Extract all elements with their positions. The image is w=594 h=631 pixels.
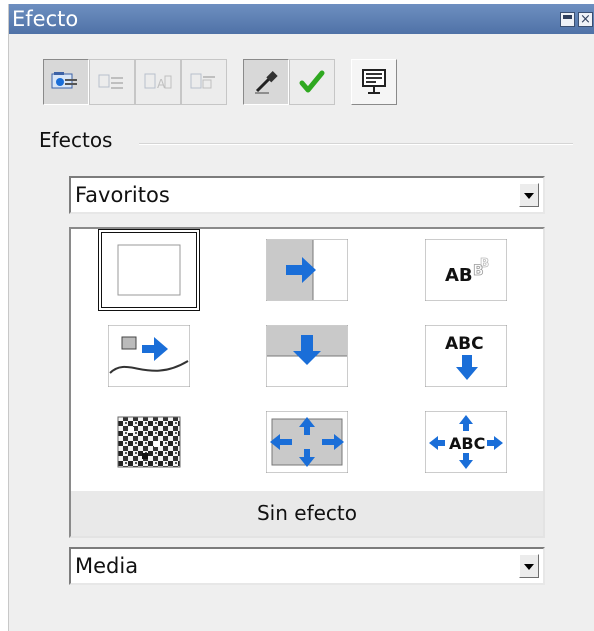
text-fly-down-icon: ABC [425, 325, 507, 387]
apply-check-icon [299, 70, 325, 93]
gallery-item-move-curve[interactable] [108, 325, 190, 387]
gallery-item-text-fly-down[interactable]: ABC [425, 325, 507, 387]
selected-effect-caption: Sin efecto [71, 491, 543, 536]
text-effects-icon [98, 74, 123, 89]
title-bar[interactable]: Efecto [9, 4, 594, 34]
effects-gallery: AB B B ABC ABC Sin efecto [69, 227, 545, 538]
object-effects-button[interactable]: A [135, 59, 181, 105]
effect-panel: Efecto A [8, 4, 594, 631]
window-title: Efecto [12, 7, 79, 31]
preview-window-icon [362, 69, 386, 94]
svg-text:AB: AB [445, 265, 473, 286]
preview-window-button[interactable] [351, 59, 397, 105]
move-along-curve-icon [108, 325, 190, 387]
effect-category-select[interactable]: Favoritos [69, 176, 545, 214]
effect-category-value: Favoritos [75, 183, 170, 207]
gallery-item-text-stretch[interactable]: ABC [425, 411, 507, 473]
chevron-down-icon[interactable] [519, 183, 539, 207]
other-effects-icon [190, 73, 215, 89]
text-fade-icon: AB B B [425, 239, 507, 301]
fly-in-from-left-icon [266, 239, 348, 301]
svg-text:B: B [480, 256, 489, 270]
gallery-item-text-fade[interactable]: AB B B [425, 239, 507, 301]
effect-speed-select[interactable]: Media [69, 547, 545, 585]
assign-pipette-button[interactable] [243, 59, 289, 105]
svg-text:ABC: ABC [445, 334, 484, 354]
svg-text:ABC: ABC [449, 434, 485, 453]
object-effects-icon: A [144, 73, 172, 91]
effects-mode-button[interactable] [43, 59, 89, 105]
effects-section-label: Efectos [39, 128, 113, 152]
gallery-item-zoom-arrows[interactable] [266, 411, 348, 473]
text-stretch-arrows-icon: ABC [425, 411, 507, 473]
dissolve-icon [117, 416, 181, 468]
gallery-item-no-effect[interactable] [98, 229, 200, 311]
no-effect-icon [117, 244, 181, 296]
chevron-down-icon[interactable] [519, 554, 539, 578]
gallery-item-dissolve[interactable] [108, 411, 190, 473]
assign-pipette-icon [255, 71, 278, 94]
minimize-button[interactable] [560, 12, 575, 27]
text-effects-button[interactable] [89, 59, 135, 105]
effect-speed-value: Media [75, 554, 139, 578]
fly-in-from-top-icon [266, 325, 348, 387]
apply-effect-button[interactable] [289, 59, 335, 105]
zoom-out-arrows-icon [266, 411, 348, 473]
gallery-item-fly-in-left[interactable] [266, 239, 348, 301]
effects-mode-icon [51, 72, 77, 89]
section-divider [139, 143, 573, 145]
other-effects-button[interactable] [181, 59, 227, 105]
gallery-item-fly-in-top[interactable] [266, 325, 348, 387]
close-button[interactable] [578, 12, 593, 27]
